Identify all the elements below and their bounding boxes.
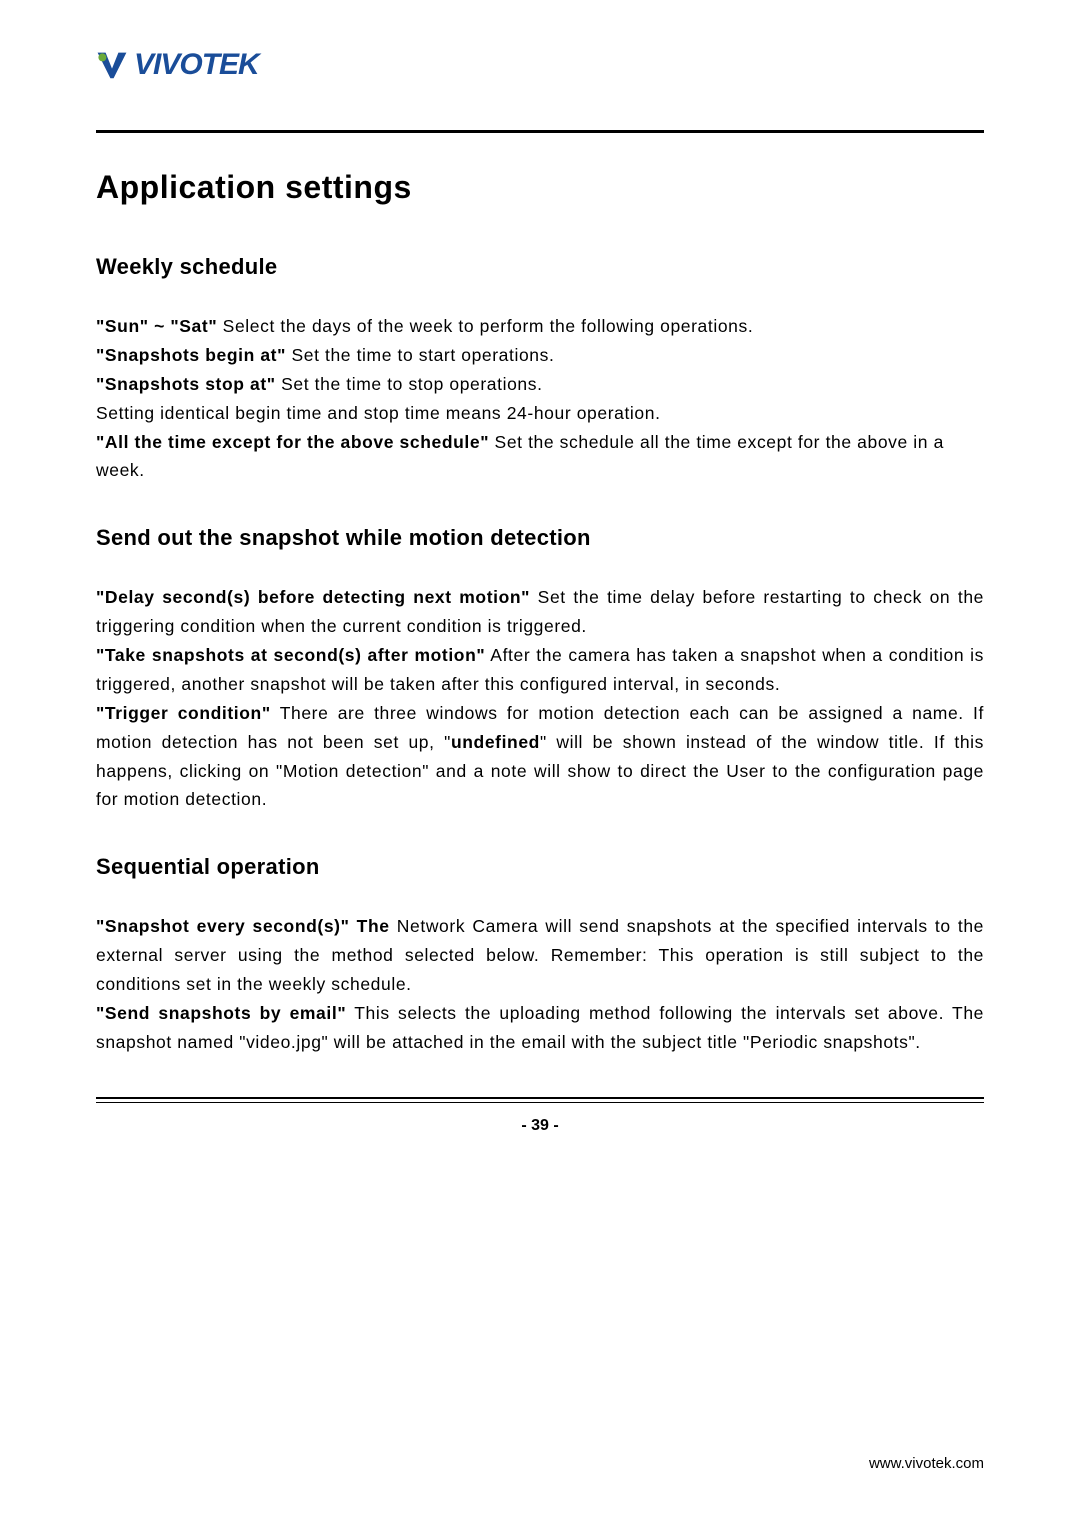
logo-text: VIVOTEK xyxy=(134,48,259,82)
weekly-para1: "Sun" ~ "Sat" Select the days of the wee… xyxy=(96,312,984,341)
motion-para1-bold: "Delay second(s) before detecting next m… xyxy=(96,587,530,607)
weekly-schedule-section: Weekly schedule "Sun" ~ "Sat" Select the… xyxy=(96,254,984,485)
footer-rule xyxy=(96,1097,984,1105)
header-rule xyxy=(96,130,984,133)
sequential-heading: Sequential operation xyxy=(96,854,984,880)
weekly-para2: "Snapshots begin at" Set the time to sta… xyxy=(96,341,984,370)
vivotek-logo-icon xyxy=(96,51,128,79)
footer-url: www.vivotek.com xyxy=(869,1455,984,1472)
motion-para1: "Delay second(s) before detecting next m… xyxy=(96,583,984,641)
weekly-para3-bold: "Snapshots stop at" xyxy=(96,374,276,394)
weekly-para3: "Snapshots stop at" Set the time to stop… xyxy=(96,370,984,399)
weekly-para2-bold: "Snapshots begin at" xyxy=(96,345,286,365)
sequential-para2: "Send snapshots by email" This selects t… xyxy=(96,999,984,1057)
weekly-para1-bold: "Sun" ~ "Sat" xyxy=(96,316,217,336)
weekly-heading: Weekly schedule xyxy=(96,254,984,280)
logo: VIVOTEK xyxy=(96,48,984,82)
motion-para2-bold: "Take snapshots at second(s) after motio… xyxy=(96,645,485,665)
motion-para3-bold2: undefined xyxy=(451,732,540,752)
motion-para3: "Trigger condition" There are three wind… xyxy=(96,699,984,815)
motion-para3-bold: "Trigger condition" xyxy=(96,703,271,723)
sequential-para1: "Snapshot every second(s)" The Network C… xyxy=(96,912,984,999)
sequential-operation-section: Sequential operation "Snapshot every sec… xyxy=(96,854,984,1056)
weekly-para3-text: Set the time to stop operations. xyxy=(276,374,543,394)
weekly-para4: Setting identical begin time and stop ti… xyxy=(96,399,984,428)
weekly-para5-bold: "All the time except for the above sched… xyxy=(96,432,489,452)
weekly-para5: "All the time except for the above sched… xyxy=(96,428,984,486)
sequential-para2-bold: "Send snapshots by email" xyxy=(96,1003,346,1023)
motion-heading: Send out the snapshot while motion detec… xyxy=(96,525,984,551)
motion-detection-section: Send out the snapshot while motion detec… xyxy=(96,525,984,814)
weekly-para2-text: Set the time to start operations. xyxy=(286,345,554,365)
sequential-para1-bold: "Snapshot every second(s)" The xyxy=(96,916,390,936)
motion-para2: "Take snapshots at second(s) after motio… xyxy=(96,641,984,699)
weekly-para1-text: Select the days of the week to perform t… xyxy=(217,316,753,336)
page-number: - 39 - xyxy=(96,1117,984,1135)
page-title: Application settings xyxy=(96,169,984,206)
